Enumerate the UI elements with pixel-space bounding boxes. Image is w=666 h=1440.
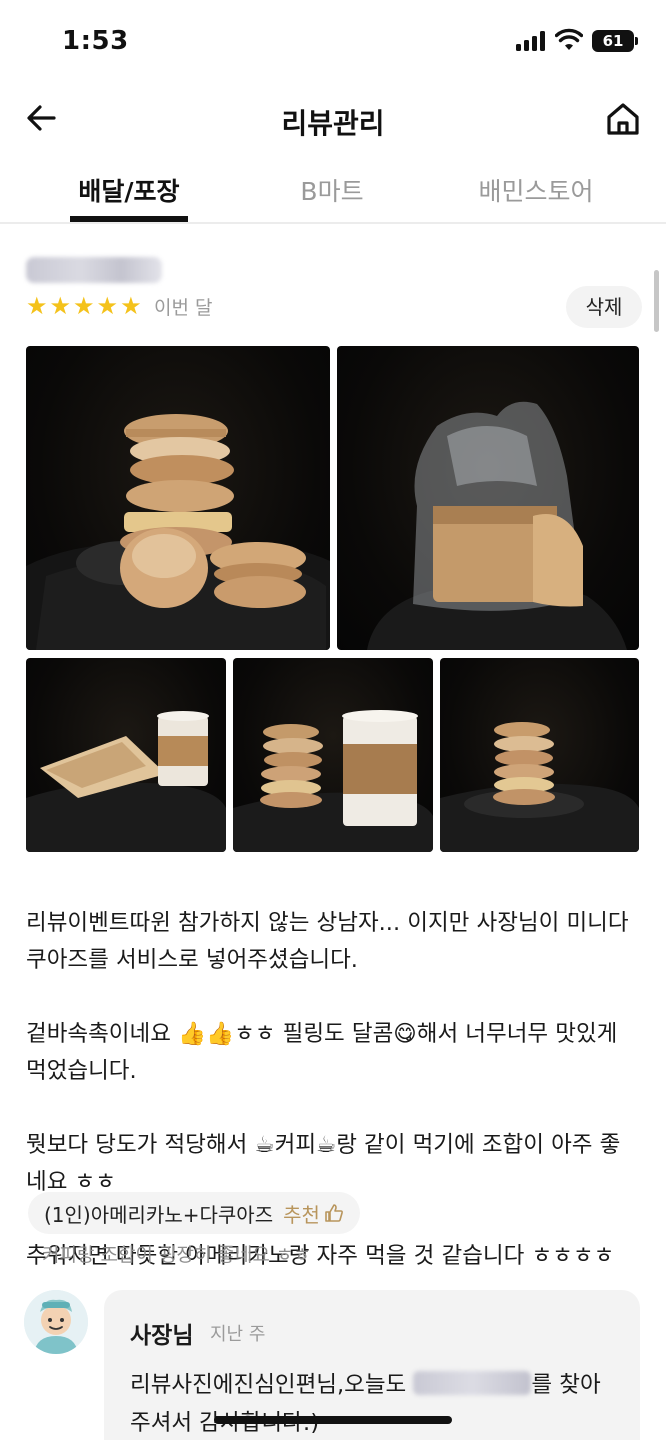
recommend-badge: 추천 — [283, 1199, 344, 1228]
takeout-bag-photo — [367, 401, 627, 650]
reviewer-name-blurred — [26, 257, 162, 283]
review-photo-5[interactable] — [440, 658, 639, 852]
owner-reply-text: 리뷰사진에진심인편님,오늘도 를 찾아주셔서 감사합니다:) — [130, 1366, 620, 1440]
recommend-label: 추천 — [283, 1202, 320, 1227]
review-text-line: 겉바속촉이네요 👍👍ㅎㅎ 필링도 달콤😋해서 너무너무 맛있게 먹었습니다. — [26, 1021, 618, 1084]
tab-delivery[interactable]: 배달/포장 — [60, 172, 198, 208]
review-photo-3[interactable] — [26, 658, 226, 852]
status-time: 1:53 — [62, 26, 129, 56]
owner-avatar — [24, 1290, 88, 1354]
cookies-and-coffee-photo — [233, 710, 433, 852]
owner-avatar-illustration — [24, 1290, 88, 1354]
review-date: 이번 달 — [154, 297, 213, 319]
cellular-signal-icon — [516, 31, 548, 51]
review-photo-1[interactable] — [26, 346, 330, 650]
active-tab-indicator — [70, 216, 188, 222]
battery-indicator: 61 — [592, 30, 638, 52]
owner-name: 사장님 — [130, 1323, 194, 1349]
review-tabs: 배달/포장 B마트 배민스토어 — [0, 160, 666, 224]
status-bar: 1:53 61 — [0, 0, 666, 80]
star-icon: ★ — [96, 292, 119, 320]
page-title: 리뷰관리 — [281, 107, 385, 140]
star-icon: ★ — [120, 292, 142, 320]
cookie-tower-photo — [440, 722, 639, 852]
star-icon: ★ — [26, 292, 48, 320]
store-name-blurred — [413, 1371, 532, 1395]
tab-baemin-store[interactable]: 배민스토어 — [458, 172, 614, 208]
tab-bmart[interactable]: B마트 — [272, 172, 392, 208]
menu-comment: 커피랑 조합이 굉장히 좋네요 ㅎㅎ — [42, 1244, 311, 1266]
star-icon: ★ — [73, 292, 95, 320]
review-photo-4[interactable] — [233, 658, 433, 852]
coffee-and-bag-photo — [26, 711, 226, 852]
delete-button[interactable]: 삭제 — [566, 286, 642, 328]
review-text-line: 뭣보다 당도가 적당해서 ☕커피☕랑 같이 먹기에 조합이 아주 좋네요 ㅎㅎ — [26, 1132, 621, 1195]
scrollbar-thumb[interactable] — [654, 270, 659, 332]
ordered-menu-chip: (1인)아메리카노+다쿠아즈 추천 — [28, 1192, 360, 1234]
owner-reply-date: 지난 주 — [210, 1324, 266, 1345]
app-header: 리뷰관리 — [0, 88, 666, 150]
owner-reply-text-start: 리뷰사진에진심인편님,오늘도 — [130, 1372, 414, 1398]
star-icon: ★ — [49, 292, 72, 320]
review-photo-2[interactable] — [337, 346, 639, 650]
star-rating: ★ ★ ★ ★ ★ — [26, 292, 142, 320]
wifi-icon — [555, 28, 583, 50]
home-icon[interactable] — [604, 100, 642, 138]
cookie-stack-photo — [26, 414, 330, 650]
review-text-line: 리뷰이벤트따윈 참가하지 않는 상남자... 이지만 사장님이 미니다쿠아즈를 … — [26, 910, 629, 973]
home-indicator — [214, 1416, 452, 1424]
menu-item-name: (1인)아메리카노+다쿠아즈 — [44, 1202, 274, 1227]
thumbs-up-icon — [325, 1204, 343, 1222]
